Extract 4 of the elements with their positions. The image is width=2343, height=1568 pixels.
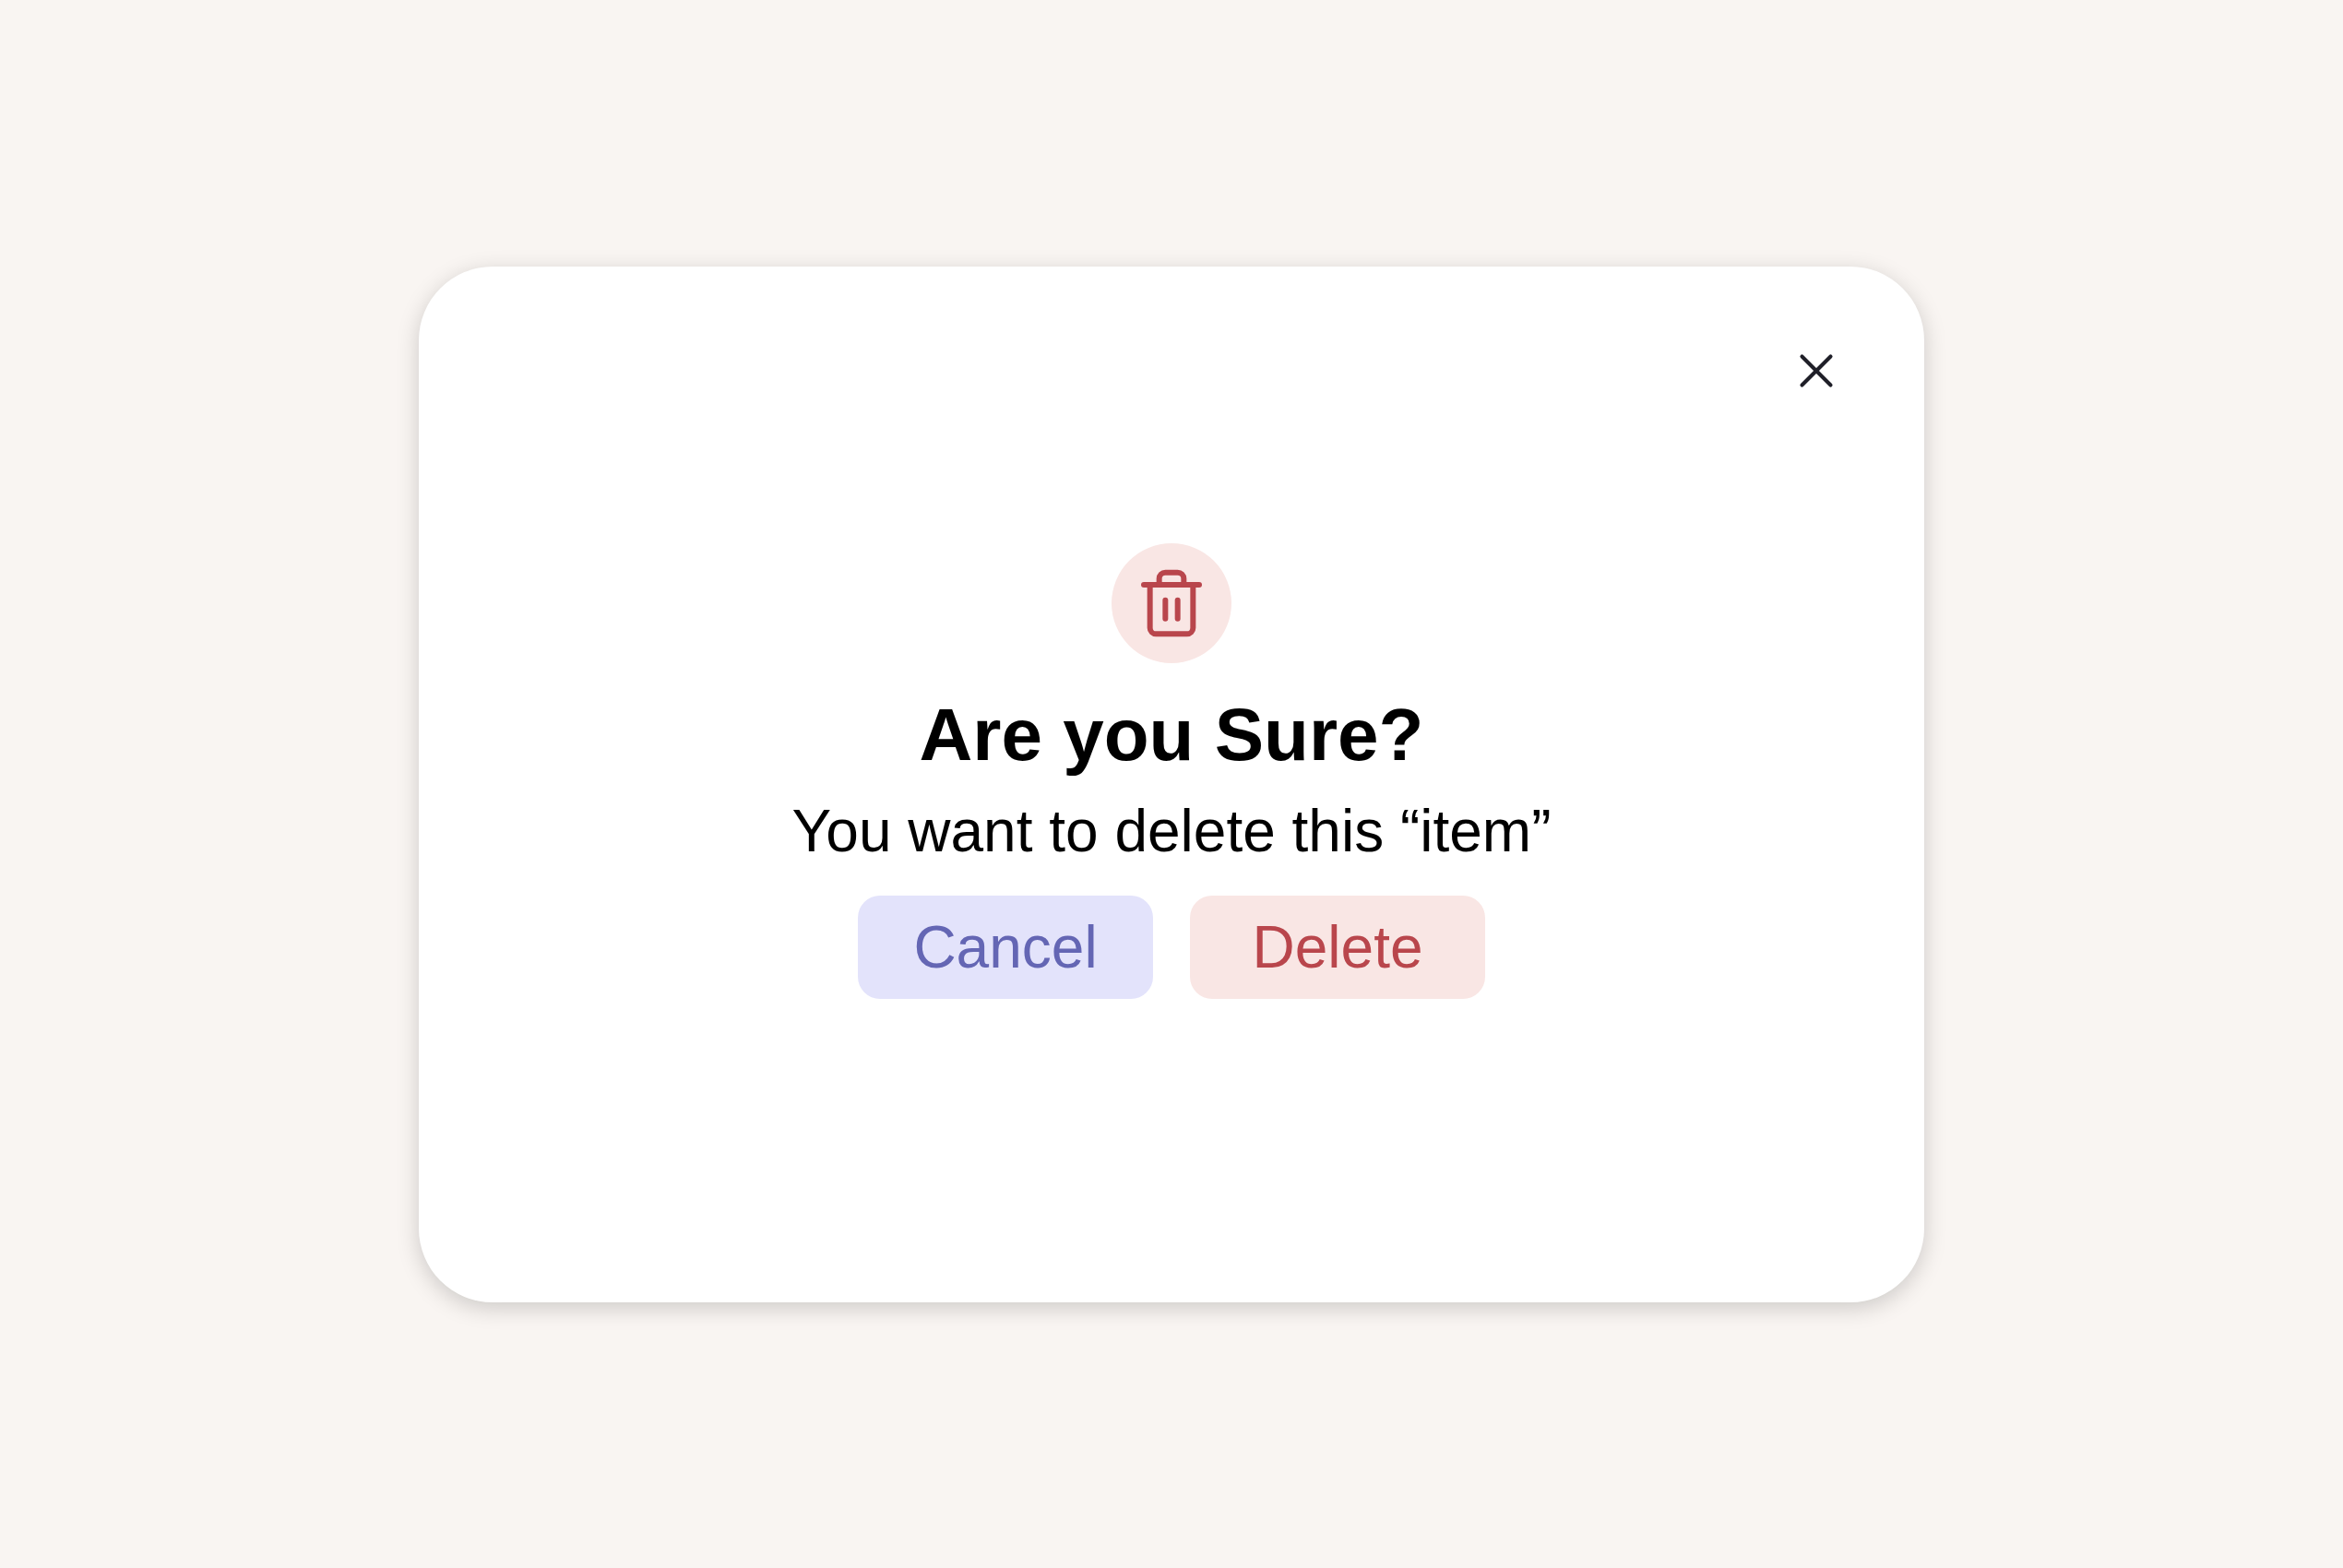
cancel-button[interactable]: Cancel [858, 895, 1153, 999]
dialog-message: You want to delete this “item” [791, 796, 1552, 866]
dialog-title: Are you Sure? [919, 692, 1424, 778]
delete-button[interactable]: Delete [1190, 895, 1485, 999]
